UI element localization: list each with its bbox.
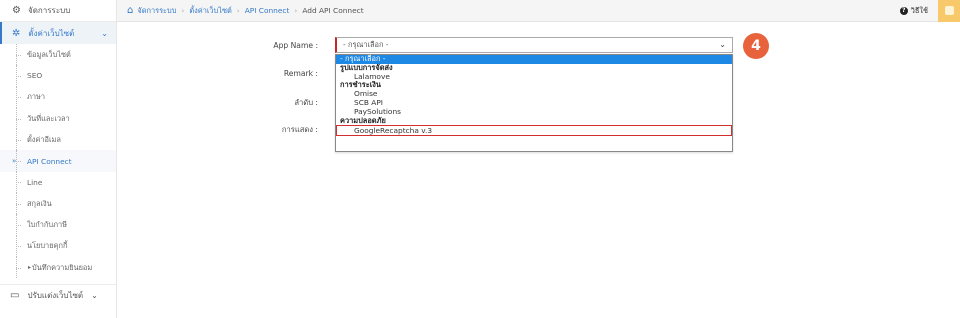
order-label: ลำดับ : [294, 98, 318, 107]
sidebar-group-customize-website[interactable]: ▭ ปรับแต่งเว็บไซต์ ⌄ [0, 284, 116, 306]
dropdown-option[interactable]: Omise [336, 89, 732, 99]
display-label: การแสดง : [281, 125, 318, 134]
app-name-select-value: - กรุณาเลือก - [343, 40, 389, 49]
remark-label: Remark : [283, 69, 318, 78]
app-name-dropdown: - กรุณาเลือก - รูปแบบการจัดส่ง Lalamove … [335, 54, 733, 152]
breadcrumb-item[interactable]: API Connect [245, 6, 290, 15]
sidebar-group-label: ปรับแต่งเว็บไซต์ [27, 291, 84, 300]
gear-icon: ✲ [12, 27, 21, 39]
sidebar-item-label: ใบกำกับภาษี [27, 220, 67, 230]
dropdown-optgroup: รูปแบบการจัดส่ง [340, 62, 393, 72]
sidebar-item-date-time[interactable]: วันที่และเวลา [0, 107, 116, 130]
dropdown-optgroup: ความปลอดภัย [340, 115, 386, 125]
users-cog-icon: ⚙ [12, 4, 21, 16]
sidebar-item-label: จัดการระบบ [28, 6, 71, 15]
breadcrumb-separator: › [294, 6, 298, 15]
chevron-down-icon: ⌄ [101, 28, 108, 38]
sidebar-item-label: บันทึกความยินยอม [32, 262, 93, 272]
sidebar-item-label: สกุลเงิน [27, 198, 52, 208]
sidebar-item-system-management[interactable]: ⚙ จัดการระบบ [0, 0, 116, 22]
sidebar: ⚙ จัดการระบบ ✲ ตั้งค่าเว็บไซต์ ⌄ ข้อมูลเ… [0, 0, 117, 318]
sidebar-item-label: วันที่และเวลา [27, 113, 70, 123]
step-number-badge: 4 [743, 33, 769, 59]
sidebar-item-language[interactable]: ภาษา [0, 86, 116, 109]
home-icon[interactable]: ⌂ [127, 5, 133, 16]
dropdown-option[interactable]: - กรุณาเลือก - [336, 54, 732, 64]
breadcrumb-separator: › [181, 6, 185, 15]
dropdown-option-google-recaptcha[interactable]: GoogleRecaptcha v.3 [336, 125, 732, 137]
sidebar-item-api-connect[interactable]: » API Connect [0, 150, 116, 173]
help-label: วิธีใช้ [910, 5, 928, 15]
caret-right-icon: ▸ [28, 264, 32, 272]
breadcrumb-item[interactable]: ตั้งค่าเว็บไซต์ [189, 5, 231, 17]
sidebar-item-label: ภาษา [27, 92, 46, 102]
app-name-select[interactable]: - กรุณาเลือก - ⌄ [335, 37, 733, 53]
sidebar-item-label: SEO [27, 71, 43, 81]
chevron-down-icon: ⌄ [719, 40, 726, 49]
sidebar-item-line[interactable]: Line [0, 171, 116, 194]
sidebar-item-label: Line [27, 177, 43, 187]
sidebar-item-label: ข้อมูลเว็บไซต์ [27, 49, 71, 59]
sidebar-item-cookie-policy[interactable]: นโยบายคุกกี้ [0, 235, 116, 258]
sidebar-item-seo[interactable]: SEO [0, 65, 116, 87]
sidebar-item-email-settings[interactable]: ตั้งค่าอีเมล [0, 129, 116, 151]
sidebar-item-tax-invoice[interactable]: ใบกำกับภาษี [0, 214, 116, 236]
help-link[interactable]: ? วิธีใช้ [899, 5, 928, 17]
sidebar-item-consent-log[interactable]: ▸ บันทึกความยินยอม [0, 256, 116, 279]
sidebar-group-website-settings[interactable]: ✲ ตั้งค่าเว็บไซต์ ⌄ [0, 22, 116, 44]
dropdown-optgroup: การชำระเงิน [340, 80, 381, 90]
sidebar-item-label: นโยบายคุกกี้ [27, 241, 68, 251]
breadcrumb: ⌂ จัดการระบบ › ตั้งค่าเว็บไซต์ › API Con… [117, 5, 364, 17]
sidebar-item-website-info[interactable]: ข้อมูลเว็บไซต์ [0, 44, 116, 66]
dropdown-option[interactable]: PaySolutions [336, 107, 732, 117]
user-menu-button[interactable] [938, 0, 960, 22]
app-name-label: App Name : [273, 41, 318, 50]
sidebar-group-label: ตั้งค่าเว็บไซต์ [28, 28, 75, 38]
topbar: ⌂ จัดการระบบ › ตั้งค่าเว็บไซต์ › API Con… [117, 0, 960, 22]
chevron-right-icon: » [12, 157, 17, 166]
question-icon: ? [899, 6, 908, 15]
sidebar-item-label: ตั้งค่าอีเมล [27, 134, 61, 144]
breadcrumb-item[interactable]: จัดการระบบ [137, 5, 176, 17]
monitor-icon: ▭ [10, 290, 20, 301]
breadcrumb-separator: › [236, 6, 240, 15]
chevron-down-icon: ⌄ [91, 291, 98, 300]
sidebar-item-label: API Connect [27, 156, 72, 166]
user-icon [944, 6, 954, 15]
sidebar-item-currency[interactable]: สกุลเงิน [0, 193, 116, 215]
breadcrumb-current: Add API Connect [302, 6, 364, 15]
dropdown-option[interactable]: Lalamove [336, 72, 732, 82]
